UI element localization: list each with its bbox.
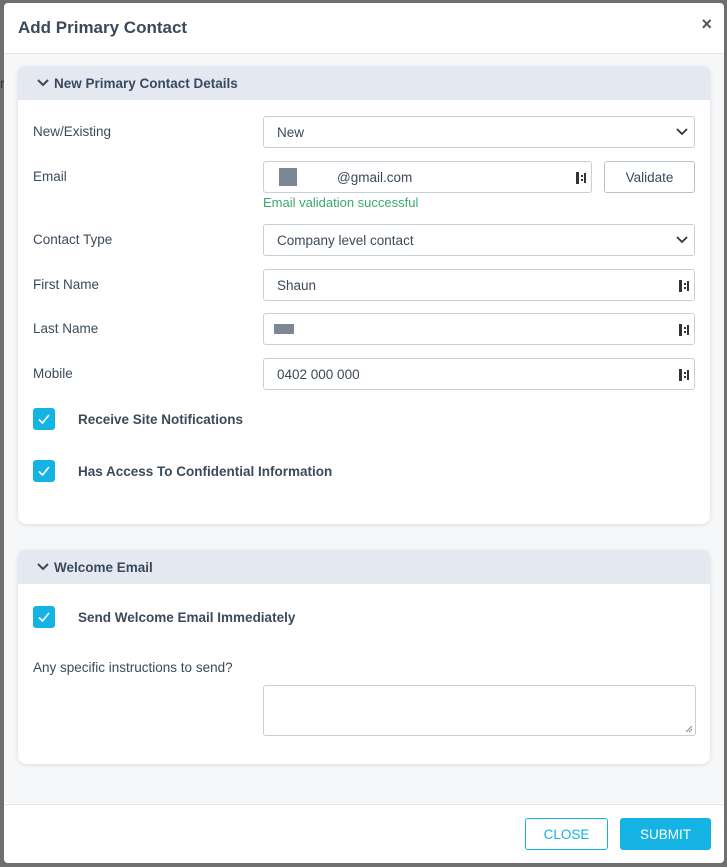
autofill-icon — [576, 172, 586, 184]
close-button[interactable]: CLOSE — [525, 818, 608, 850]
email-value: @gmail.com — [337, 169, 413, 185]
new-existing-value: New — [277, 124, 305, 140]
chevron-down-icon — [676, 128, 688, 136]
send-welcome-label: Send Welcome Email Immediately — [78, 610, 296, 625]
confidential-access-checkbox[interactable] — [33, 460, 55, 482]
contact-type-row: Contact Type Company level contact — [33, 224, 696, 256]
new-existing-label: New/Existing — [33, 124, 112, 139]
mobile-row: Mobile 0402 000 000 — [33, 358, 696, 390]
instructions-label-row: Any specific instructions to send? — [33, 660, 696, 680]
check-icon — [38, 414, 50, 425]
check-icon — [38, 612, 50, 623]
contact-details-section: New Primary Contact Details New/Existing… — [18, 66, 710, 524]
receive-notifications-label: Receive Site Notifications — [78, 412, 244, 427]
confidential-access-row: Has Access To Confidential Information — [33, 460, 696, 484]
mobile-label: Mobile — [33, 366, 73, 381]
new-existing-select[interactable]: New — [263, 116, 695, 148]
autofill-icon — [679, 324, 689, 336]
modal-body: New Primary Contact Details New/Existing… — [4, 54, 724, 803]
new-existing-row: New/Existing New — [33, 116, 696, 148]
autofill-icon — [679, 369, 689, 381]
add-primary-contact-dialog: Add Primary Contact × New Primary Contac… — [4, 3, 724, 863]
submit-button[interactable]: SUBMIT — [620, 818, 711, 850]
contact-type-label: Contact Type — [33, 232, 113, 247]
modal-header: Add Primary Contact × — [4, 3, 724, 54]
close-icon[interactable]: × — [701, 15, 712, 33]
send-welcome-checkbox[interactable] — [33, 606, 55, 628]
instructions-label: Any specific instructions to send? — [33, 660, 233, 675]
welcome-email-section: Welcome Email Send Welcome Email Immedia… — [18, 550, 710, 764]
instructions-textarea[interactable] — [263, 685, 696, 736]
first-name-value: Shaun — [277, 277, 317, 293]
welcome-email-header[interactable]: Welcome Email — [18, 550, 710, 584]
autofill-icon — [679, 280, 689, 292]
mobile-field[interactable]: 0402 000 000 — [263, 358, 695, 390]
email-field[interactable]: @gmail.com — [263, 161, 592, 193]
chevron-down-icon — [37, 79, 49, 87]
contact-type-value: Company level contact — [277, 232, 414, 248]
email-row: Email @gmail.com Validate Email validati… — [33, 161, 696, 221]
modal-title: Add Primary Contact — [18, 18, 188, 37]
redacted-block — [274, 324, 294, 334]
last-name-label: Last Name — [33, 321, 99, 336]
instructions-row — [33, 685, 696, 736]
contact-type-select[interactable]: Company level contact — [263, 224, 695, 256]
section-title: Welcome Email — [54, 559, 153, 575]
validate-button[interactable]: Validate — [604, 161, 695, 193]
receive-notifications-checkbox[interactable] — [33, 408, 55, 430]
resize-handle-icon[interactable] — [685, 725, 693, 733]
first-name-row: First Name Shaun — [33, 269, 696, 301]
contact-details-header[interactable]: New Primary Contact Details — [18, 66, 710, 100]
section-title: New Primary Contact Details — [54, 75, 238, 91]
email-validation-status: Email validation successful — [263, 195, 419, 210]
chevron-down-icon — [676, 236, 688, 244]
first-name-field[interactable]: Shaun — [263, 269, 695, 301]
mobile-value: 0402 000 000 — [277, 366, 360, 382]
send-welcome-row: Send Welcome Email Immediately — [33, 606, 696, 630]
redacted-block — [279, 168, 297, 186]
check-icon — [38, 466, 50, 477]
last-name-row: Last Name — [33, 313, 696, 345]
modal-footer: CLOSE SUBMIT — [4, 804, 724, 863]
chevron-down-icon — [37, 563, 49, 571]
first-name-label: First Name — [33, 277, 100, 292]
receive-notifications-row: Receive Site Notifications — [33, 408, 696, 432]
confidential-access-label: Has Access To Confidential Information — [78, 464, 333, 479]
email-label: Email — [33, 169, 67, 184]
last-name-field[interactable] — [263, 313, 695, 345]
